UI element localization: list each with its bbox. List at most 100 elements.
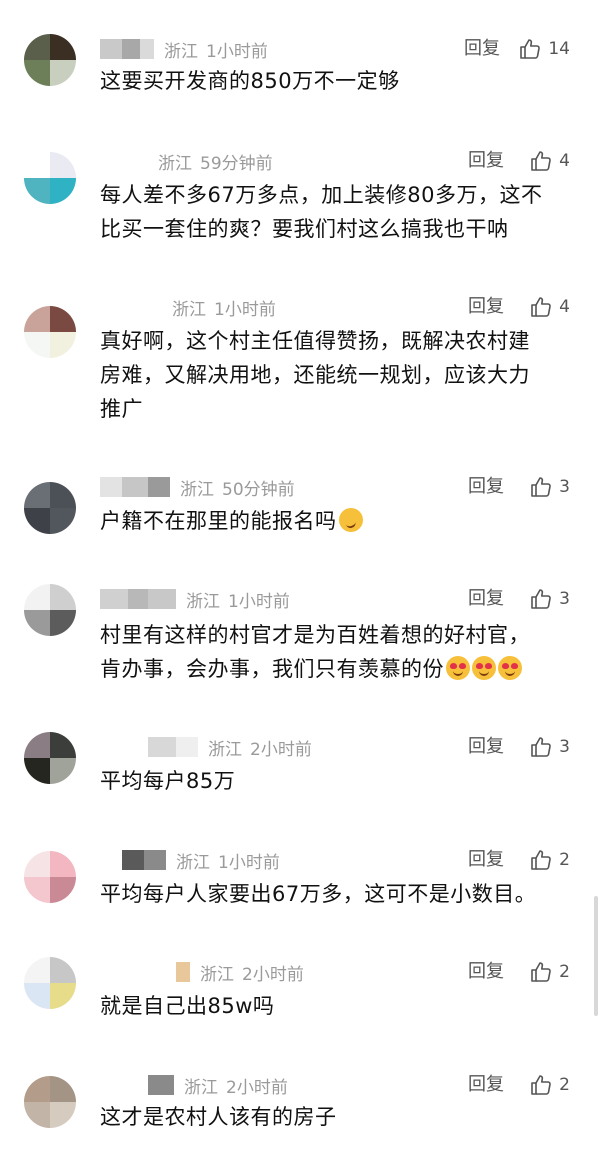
comment-line: 每人差不多67万多点，加上装修80多万，这不: [100, 183, 543, 207]
timestamp: 2小时前: [242, 964, 304, 985]
like-count: 3: [559, 737, 570, 757]
thumbs-up-icon: [531, 297, 551, 317]
comment-line: 推广: [100, 397, 143, 421]
username-blurred[interactable]: [176, 962, 190, 982]
thumbs-up-icon: [531, 477, 551, 497]
reply-button[interactable]: 回复: [468, 294, 504, 320]
comment-meta: 浙江 59分钟前: [158, 148, 273, 174]
comment-text: 户籍不在那里的能报名吗: [100, 504, 560, 538]
location: 浙江: [176, 852, 210, 873]
like-button[interactable]: 3: [529, 474, 570, 500]
comment-line: 这要买开发商的850万不一定够: [100, 69, 400, 93]
reply-button[interactable]: 回复: [468, 474, 504, 500]
comment-meta: 浙江 2小时前: [148, 734, 312, 760]
username-blurred[interactable]: [148, 1075, 174, 1095]
like-button[interactable]: 2: [529, 959, 570, 985]
timestamp: 50分钟前: [222, 479, 295, 500]
thumbs-up-icon: [531, 151, 551, 171]
comment-text: 这要买开发商的850万不一定够: [100, 64, 560, 98]
reply-button[interactable]: 回复: [464, 36, 500, 62]
comment-text: 村里有这样的村官才是为百姓着想的好村官， 肯办事，会办事，我们只有羡慕的份: [100, 618, 560, 686]
heart-eyes-emoji: [498, 656, 522, 680]
username-blurred[interactable]: [100, 39, 154, 59]
comment-line: 真好啊，这个村主任值得赞扬，既解决农村建: [100, 329, 530, 353]
location: 浙江: [208, 739, 242, 760]
comment-text: 平均每户85万: [100, 764, 560, 798]
comment-text: 这才是农村人该有的房子: [100, 1100, 560, 1134]
username-blurred[interactable]: [100, 589, 176, 609]
reply-button[interactable]: 回复: [468, 847, 504, 873]
comment-line: 村里有这样的村官才是为百姓着想的好村官，: [100, 623, 530, 647]
comment-text: 就是自己出85w吗: [100, 989, 560, 1023]
scrollbar[interactable]: [594, 896, 598, 1016]
timestamp: 2小时前: [226, 1077, 288, 1098]
thumbs-up-icon: [531, 589, 551, 609]
comment-meta: 浙江 1小时前: [172, 294, 276, 320]
location: 浙江: [180, 479, 214, 500]
like-button[interactable]: 14: [518, 36, 570, 62]
comment-text: 每人差不多67万多点，加上装修80多万，这不 比买一套住的爽？要我们村这么搞我也…: [100, 178, 560, 246]
comment-meta: 浙江 2小时前: [176, 959, 304, 985]
location: 浙江: [184, 1077, 218, 1098]
comment-line: 肯办事，会办事，我们只有羡慕的份: [100, 652, 560, 686]
avatar[interactable]: [24, 1076, 76, 1128]
comment-meta: 浙江 50分钟前: [100, 474, 295, 500]
heart-eyes-emoji: [472, 656, 496, 680]
location: 浙江: [186, 591, 220, 612]
comment-meta: 浙江 1小时前: [100, 36, 268, 62]
comment-line: 户籍不在那里的能报名吗: [100, 504, 560, 538]
like-count: 3: [559, 477, 570, 497]
username-blurred[interactable]: [100, 477, 170, 497]
username-blurred[interactable]: [148, 737, 198, 757]
timestamp: 1小时前: [214, 299, 276, 320]
like-count: 2: [559, 962, 570, 982]
reply-button[interactable]: 回复: [468, 586, 504, 612]
comment-meta: 浙江 1小时前: [122, 847, 280, 873]
thumbs-up-icon: [531, 1075, 551, 1095]
like-button[interactable]: 2: [529, 847, 570, 873]
like-button[interactable]: 4: [529, 294, 570, 320]
like-button[interactable]: 3: [529, 586, 570, 612]
timestamp: 1小时前: [206, 41, 268, 62]
username-blurred[interactable]: [122, 850, 166, 870]
comment-line: 比买一套住的爽？要我们村这么搞我也干呐: [100, 217, 509, 241]
avatar[interactable]: [24, 584, 76, 636]
reply-button[interactable]: 回复: [468, 734, 504, 760]
comment-line: 这才是农村人该有的房子: [100, 1105, 337, 1129]
like-count: 3: [559, 589, 570, 609]
comment-meta: 浙江 1小时前: [100, 586, 290, 612]
location: 浙江: [164, 41, 198, 62]
avatar[interactable]: [24, 482, 76, 534]
comment-text: 真好啊，这个村主任值得赞扬，既解决农村建 房难，又解决用地，还能统一规划，应该大…: [100, 324, 560, 426]
thumbs-up-icon: [520, 39, 541, 59]
like-button[interactable]: 3: [529, 734, 570, 760]
reply-button[interactable]: 回复: [468, 1072, 504, 1098]
comment-line: 就是自己出85w吗: [100, 994, 275, 1018]
avatar[interactable]: [24, 851, 76, 903]
timestamp: 1小时前: [218, 852, 280, 873]
like-count: 14: [548, 39, 570, 59]
comment-line: 平均每户85万: [100, 769, 236, 793]
avatar[interactable]: [24, 306, 76, 358]
avatar[interactable]: [24, 732, 76, 784]
comment-line: 房难，又解决用地，还能统一规划，应该大力: [100, 363, 530, 387]
location: 浙江: [158, 153, 192, 174]
like-count: 2: [559, 1075, 570, 1095]
like-count: 4: [559, 151, 570, 171]
like-count: 4: [559, 297, 570, 317]
comment-text: 平均每户人家要出67万多，这可不是小数目。: [100, 877, 560, 911]
location: 浙江: [200, 964, 234, 985]
reply-button[interactable]: 回复: [468, 148, 504, 174]
thumbs-up-icon: [531, 850, 551, 870]
comment-meta: 浙江 2小时前: [148, 1072, 288, 1098]
timestamp: 2小时前: [250, 739, 312, 760]
thumbs-up-icon: [531, 962, 551, 982]
timestamp: 1小时前: [228, 591, 290, 612]
avatar[interactable]: [24, 152, 76, 204]
timestamp: 59分钟前: [200, 153, 273, 174]
avatar[interactable]: [24, 957, 76, 1009]
like-button[interactable]: 2: [529, 1072, 570, 1098]
like-button[interactable]: 4: [529, 148, 570, 174]
avatar[interactable]: [24, 34, 76, 86]
reply-button[interactable]: 回复: [468, 959, 504, 985]
